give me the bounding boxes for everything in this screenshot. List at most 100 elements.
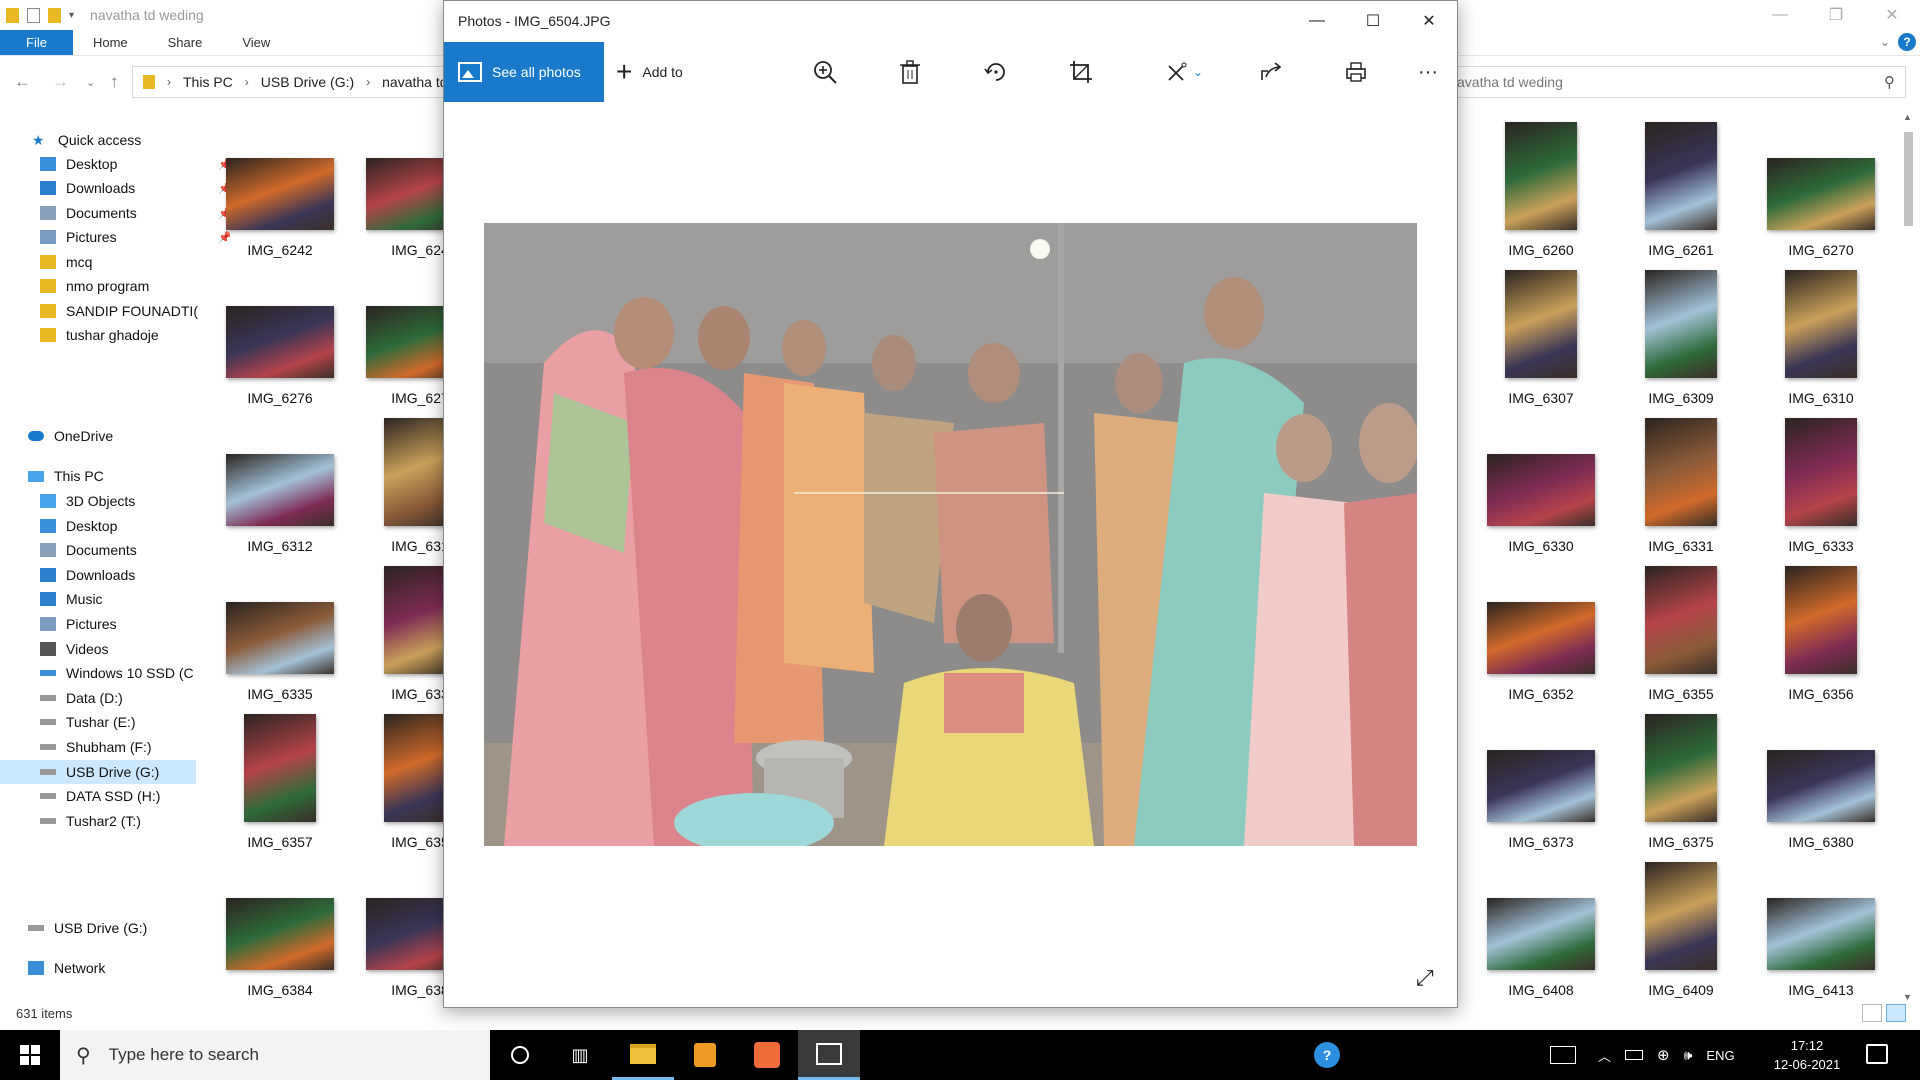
- nav-quick-access-item[interactable]: Documents 📌: [40, 201, 230, 225]
- nav-this-pc-item[interactable]: Windows 10 SSD (C: [40, 661, 230, 685]
- file-explorer-taskbar-icon[interactable]: [612, 1030, 674, 1080]
- minimize-icon[interactable]: —: [1289, 1, 1345, 41]
- chevron-right-icon[interactable]: ›: [245, 75, 249, 89]
- restore-icon[interactable]: ❐: [1808, 0, 1864, 30]
- delete-icon[interactable]: [894, 56, 926, 88]
- nav-quick-access-item[interactable]: Desktop 📌: [40, 152, 230, 176]
- customize-qat-icon[interactable]: ▾: [69, 10, 74, 21]
- more-icon[interactable]: ···: [1412, 56, 1444, 88]
- thumbnail-image: [226, 158, 334, 230]
- start-button[interactable]: [0, 1030, 60, 1080]
- breadcrumb-folder[interactable]: navatha td: [382, 74, 447, 90]
- tab-file[interactable]: File: [0, 30, 73, 55]
- task-view-icon[interactable]: ▥: [549, 1030, 611, 1080]
- cortana-icon[interactable]: [489, 1030, 551, 1080]
- nav-quick-access-item[interactable]: Downloads 📌: [40, 176, 230, 200]
- nav-onedrive[interactable]: OneDrive: [28, 424, 218, 448]
- nav-usb-drive[interactable]: USB Drive (G:): [28, 916, 218, 940]
- globe-icon[interactable]: ⊕: [1657, 1046, 1670, 1064]
- see-all-photos-button[interactable]: See all photos: [444, 42, 604, 102]
- nav-this-pc-item[interactable]: Desktop: [40, 514, 230, 538]
- sublime-text-taskbar-icon[interactable]: [674, 1030, 736, 1080]
- nav-this-pc-item[interactable]: Tushar2 (T:): [40, 809, 230, 833]
- print-icon[interactable]: [1340, 56, 1372, 88]
- nav-label: Network: [54, 960, 106, 976]
- chevron-down-icon[interactable]: ⌄: [1193, 65, 1203, 79]
- crop-icon[interactable]: [1065, 56, 1097, 88]
- maximize-icon[interactable]: ☐: [1345, 1, 1401, 41]
- back-icon[interactable]: ←: [14, 72, 31, 92]
- expand-ribbon-icon[interactable]: ⌄: [1880, 35, 1890, 49]
- vertical-scrollbar[interactable]: ▲ ▼: [1900, 112, 1916, 1002]
- help-icon[interactable]: ?: [1898, 33, 1916, 51]
- details-view-icon[interactable]: [1862, 1004, 1882, 1022]
- photos-taskbar-icon[interactable]: [798, 1030, 860, 1080]
- nav-label: Tushar (E:): [66, 714, 136, 731]
- nav-this-pc-item[interactable]: Documents: [40, 538, 230, 562]
- recent-locations-icon[interactable]: ⌄: [86, 76, 95, 89]
- large-icons-view-icon[interactable]: [1886, 1004, 1906, 1022]
- scrollbar-thumb[interactable]: [1904, 132, 1913, 226]
- language-indicator[interactable]: ENG: [1706, 1048, 1734, 1063]
- tab-share[interactable]: Share: [148, 30, 223, 55]
- taskbar-search-box[interactable]: ⚲ Type here to search: [60, 1030, 490, 1080]
- nav-this-pc-item[interactable]: USB Drive (G:): [0, 759, 196, 784]
- volume-icon[interactable]: 🕪: [1684, 1047, 1693, 1064]
- share-icon[interactable]: [1255, 56, 1287, 88]
- minimize-icon[interactable]: —: [1752, 0, 1808, 30]
- nav-this-pc-item[interactable]: Data (D:): [40, 686, 230, 710]
- tab-view[interactable]: View: [222, 30, 290, 55]
- breadcrumb-this-pc[interactable]: This PC: [183, 74, 233, 90]
- fullscreen-expand-icon[interactable]: ⤢: [1416, 965, 1434, 991]
- nav-quick-access-item[interactable]: mcq: [40, 250, 230, 274]
- get-help-icon[interactable]: ?: [1296, 1030, 1358, 1080]
- nav-label: Pictures: [66, 229, 117, 245]
- search-box[interactable]: avatha td weding ⚲: [1440, 66, 1906, 98]
- zoom-in-icon[interactable]: [809, 56, 841, 88]
- system-tray: ︿ ⊕ 🕪 ENG: [1550, 1030, 1735, 1080]
- thumbnail-image: [1487, 750, 1595, 822]
- nav-label: Tushar2 (T:): [66, 812, 141, 829]
- scroll-down-icon[interactable]: ▼: [1903, 992, 1912, 1002]
- nav-this-pc-item[interactable]: Music: [40, 587, 230, 611]
- nav-quick-access-item[interactable]: SANDIP FOUNADTI(: [40, 299, 230, 323]
- nav-this-pc-item[interactable]: Downloads: [40, 563, 230, 587]
- search-icon[interactable]: ⚲: [1884, 73, 1895, 91]
- nav-this-pc-item[interactable]: Tushar (E:): [40, 710, 230, 734]
- show-hidden-icons-icon[interactable]: ︿: [1598, 1046, 1611, 1065]
- add-to-button[interactable]: + Add to: [616, 42, 683, 102]
- nav-this-pc-item[interactable]: Videos: [40, 637, 230, 661]
- edit-icon[interactable]: ⌄: [1159, 56, 1209, 88]
- chevron-right-icon[interactable]: ›: [366, 75, 370, 89]
- news-widget-icon[interactable]: [1550, 1046, 1576, 1064]
- nav-quick-access-item[interactable]: tushar ghadoje: [40, 323, 230, 347]
- file-name: IMG_6375: [1648, 834, 1714, 850]
- chevron-right-icon[interactable]: ›: [167, 75, 171, 89]
- nav-quick-access-item[interactable]: nmo program: [40, 274, 230, 298]
- new-folder-icon[interactable]: [48, 7, 61, 23]
- scroll-up-icon[interactable]: ▲: [1903, 112, 1912, 122]
- close-icon[interactable]: ✕: [1401, 1, 1457, 41]
- nav-quick-access[interactable]: ★ Quick access: [32, 128, 222, 152]
- nav-this-pc-item[interactable]: Shubham (F:): [40, 735, 230, 759]
- properties-icon[interactable]: [27, 7, 40, 23]
- nav-this-pc-item[interactable]: 3D Objects: [40, 489, 230, 513]
- nav-this-pc[interactable]: This PC: [28, 464, 218, 488]
- close-icon[interactable]: ✕: [1864, 0, 1920, 30]
- rotate-icon[interactable]: [980, 56, 1012, 88]
- up-icon[interactable]: ↑: [110, 72, 119, 92]
- action-center-icon[interactable]: [1866, 1044, 1888, 1064]
- nav-network[interactable]: Network: [28, 956, 218, 980]
- battery-icon[interactable]: [1625, 1050, 1644, 1060]
- nav-label: Documents: [66, 542, 137, 559]
- main-photo[interactable]: [484, 223, 1417, 846]
- tab-home[interactable]: Home: [73, 30, 148, 55]
- forward-icon[interactable]: →: [52, 72, 69, 92]
- desktop-icon: [40, 157, 56, 171]
- nav-this-pc-item[interactable]: Pictures: [40, 612, 230, 636]
- xampp-taskbar-icon[interactable]: [736, 1030, 798, 1080]
- taskbar-clock[interactable]: 17:12 12-06-2021: [1764, 1036, 1850, 1074]
- nav-this-pc-item[interactable]: DATA SSD (H:): [40, 784, 230, 808]
- breadcrumb-usb-drive[interactable]: USB Drive (G:): [261, 74, 354, 90]
- nav-quick-access-item[interactable]: Pictures 📌: [40, 225, 230, 249]
